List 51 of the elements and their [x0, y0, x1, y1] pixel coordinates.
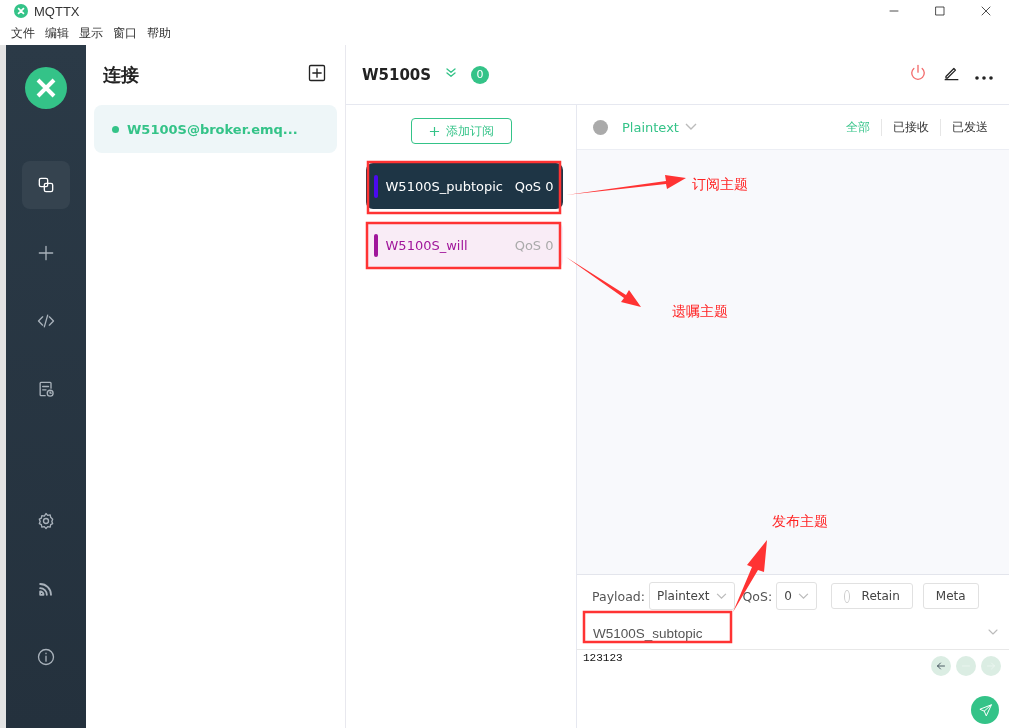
- qos-select[interactable]: 0: [776, 582, 817, 610]
- previous-button[interactable]: [931, 656, 951, 676]
- send-button[interactable]: [971, 696, 999, 724]
- qos-label: QoS 0: [514, 237, 554, 253]
- arrow-right-icon: [985, 660, 997, 672]
- subscription-item[interactable]: W5100S_will QoS 0: [365, 222, 563, 268]
- payload-field[interactable]: 123123: [583, 652, 623, 676]
- menu-item[interactable]: 编辑: [45, 25, 69, 42]
- maximize-icon: [934, 5, 946, 17]
- payload-format-select[interactable]: Plaintext: [648, 582, 735, 610]
- annotation-label: 订阅主题: [692, 176, 748, 194]
- meta-button[interactable]: Meta: [922, 583, 979, 609]
- window-title: MQTTX: [34, 3, 80, 19]
- help-icon: [593, 119, 608, 135]
- app-logo: [14, 4, 28, 18]
- menu-item[interactable]: 显示: [79, 25, 103, 42]
- panel-title: 连接: [103, 63, 139, 87]
- annotation-label: 发布主题: [772, 513, 828, 531]
- info-icon: [36, 647, 56, 667]
- arrow-left-icon: [935, 660, 947, 672]
- chevron-down-icon: [797, 592, 809, 600]
- more-icon: [975, 76, 993, 80]
- add-icon: [307, 63, 327, 83]
- chevron-down-icon: [684, 123, 697, 131]
- retain-toggle[interactable]: Retain: [830, 583, 913, 609]
- topic-field[interactable]: W5100S_subtopic: [593, 625, 703, 641]
- chevron-down-icon: [715, 592, 727, 600]
- topic-name: W5100S_will: [385, 237, 468, 253]
- plus-icon: [428, 125, 440, 137]
- menu-item[interactable]: 帮助: [147, 25, 171, 42]
- filter-tab[interactable]: 已接收: [881, 118, 940, 136]
- overlapping-squares-icon: [36, 175, 56, 195]
- topic-name: W5100S_pubtopic: [385, 178, 503, 194]
- menu-item[interactable]: 文件: [11, 25, 35, 42]
- app-logo: [25, 67, 67, 109]
- subscription-item[interactable]: W5100S_pubtopic QoS 0: [365, 163, 563, 209]
- filter-tab[interactable]: 已发送: [940, 118, 999, 136]
- connection-name: W5100S@broker.emq...: [127, 121, 298, 137]
- plus-icon: [36, 243, 56, 263]
- annotation-label: 遗嘱主题: [672, 303, 728, 321]
- message-count-badge: 0: [471, 65, 490, 84]
- power-icon: [908, 62, 928, 83]
- connection-title: W5100S: [362, 65, 432, 84]
- settings-icon: [36, 511, 56, 531]
- paper-plane-icon: [977, 702, 993, 718]
- menu-item[interactable]: 窗口: [113, 25, 137, 42]
- sidebar-nav-button[interactable]: [22, 161, 70, 209]
- payload-label: Payload:: [592, 588, 645, 604]
- close-icon: [980, 5, 992, 17]
- qos-label: QoS 0: [514, 178, 554, 194]
- qos-label: QoS:: [742, 588, 773, 604]
